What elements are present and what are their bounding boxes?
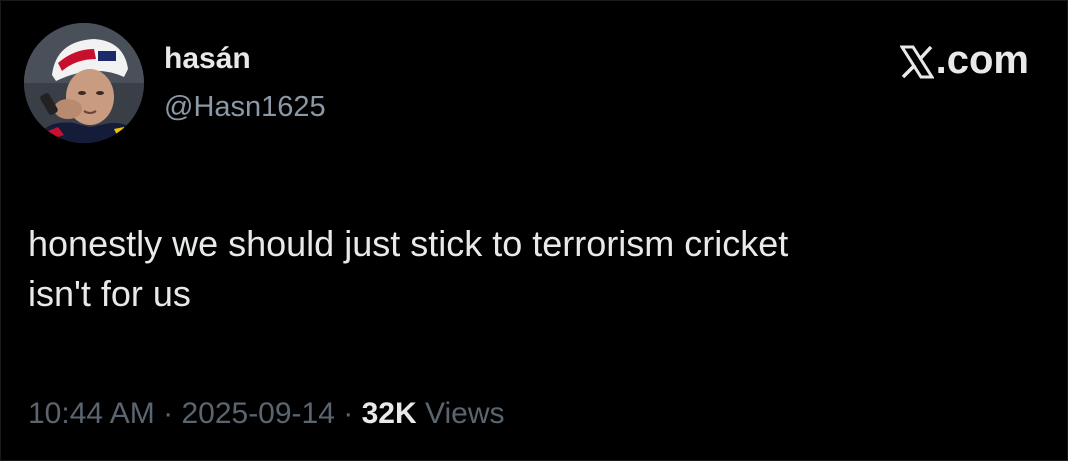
meta-separator: · [343, 397, 354, 430]
author-handle[interactable]: @Hasn1625 [164, 89, 326, 125]
tweet-card: hasán @Hasn1625 .com honestly we should … [0, 0, 1068, 461]
meta-separator: · [163, 397, 174, 430]
author-display-name[interactable]: hasán [164, 41, 251, 77]
brand-domain-label: .com [935, 38, 1029, 82]
views-count: 32K [361, 397, 417, 430]
x-com-brand: .com [898, 37, 1029, 83]
tweet-date[interactable]: 2025-09-14 [181, 397, 334, 430]
avatar[interactable] [24, 23, 144, 143]
views-label: Views [425, 397, 505, 430]
tweet-time[interactable]: 10:44 AM [28, 397, 155, 430]
tweet-meta: 10:44 AM · 2025-09-14 · 32K Views [28, 394, 504, 434]
tweet-text: honestly we should just stick to terrori… [28, 223, 789, 314]
avatar-image [24, 23, 144, 143]
x-logo-icon [898, 43, 935, 79]
